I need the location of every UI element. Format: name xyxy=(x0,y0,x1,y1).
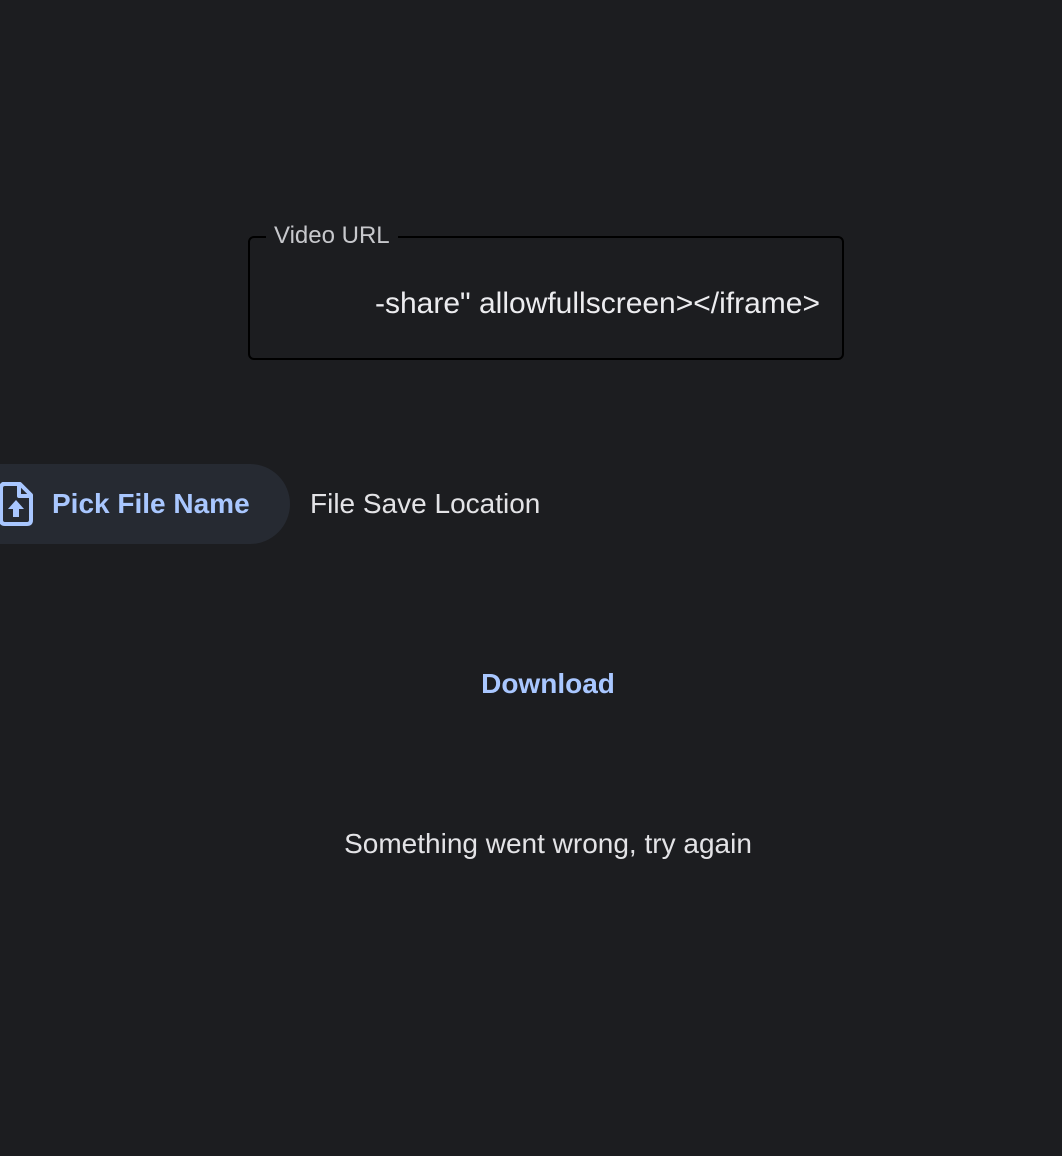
error-message: Something went wrong, try again xyxy=(344,828,752,859)
video-url-input[interactable]: -share" allowfullscreen></iframe> xyxy=(272,284,820,324)
video-url-value[interactable]: -share" allowfullscreen></iframe> xyxy=(375,286,820,322)
download-button[interactable]: Download xyxy=(460,656,636,712)
video-url-label: Video URL xyxy=(266,222,398,250)
file-upload-icon xyxy=(0,482,36,526)
video-url-field[interactable]: Video URL -share" allowfullscreen></ifra… xyxy=(248,222,844,360)
pick-file-name-button[interactable]: Pick File Name xyxy=(0,464,290,544)
pick-file-name-label: Pick File Name xyxy=(52,488,250,519)
file-save-location-text: File Save Location xyxy=(310,488,541,519)
